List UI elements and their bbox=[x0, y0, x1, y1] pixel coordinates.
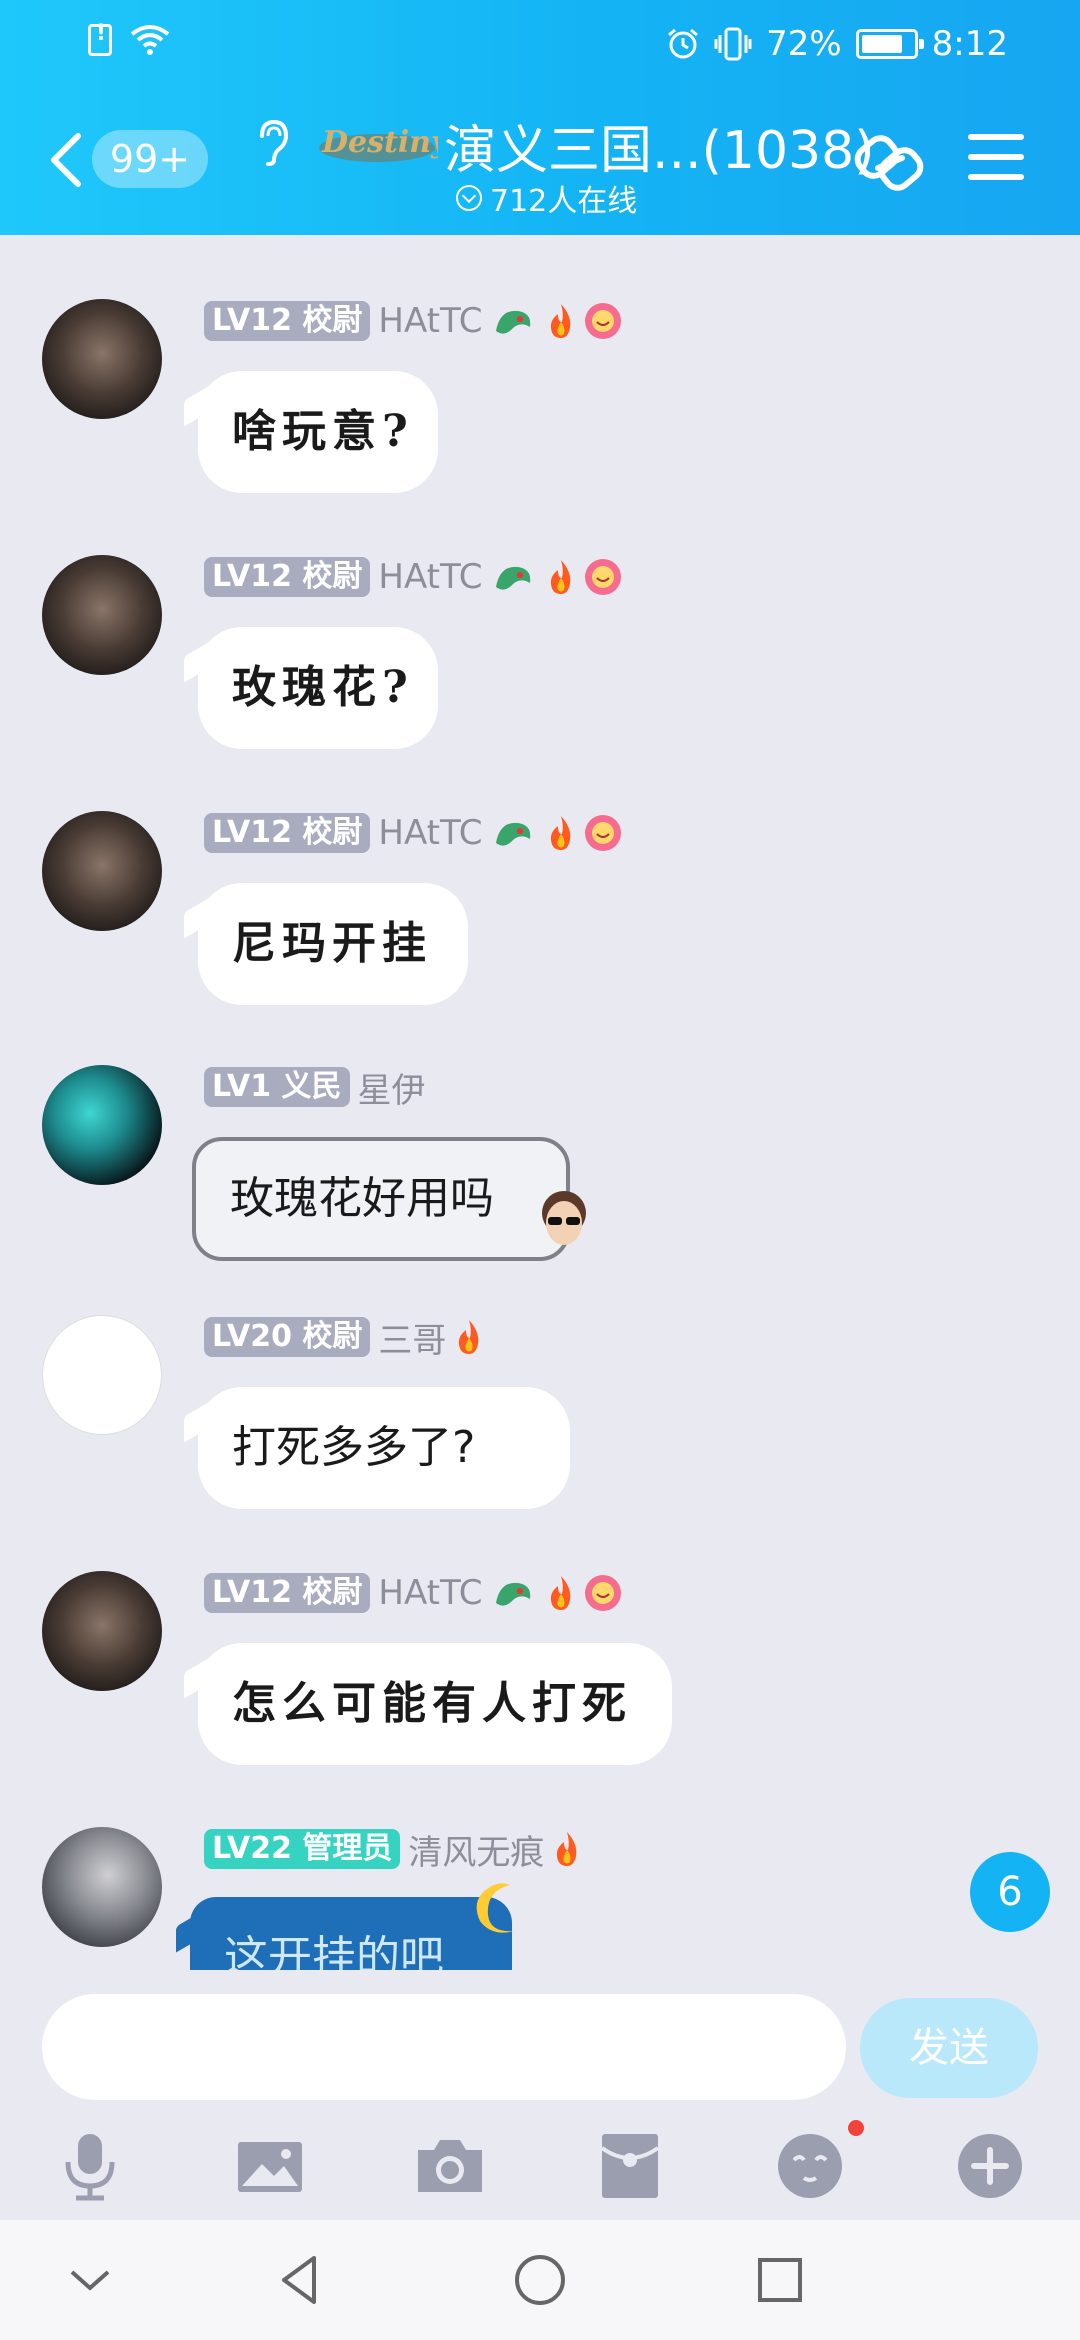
earpiece-mode-icon[interactable] bbox=[252, 118, 292, 166]
battery-icon bbox=[855, 29, 924, 59]
fire-icon bbox=[459, 1320, 479, 1354]
group-logo: Destiny bbox=[319, 125, 438, 162]
plus-icon[interactable] bbox=[954, 2130, 1026, 2202]
fire-icon bbox=[557, 1832, 577, 1866]
share-link-icon[interactable] bbox=[852, 128, 928, 196]
level-badge: LV20 校尉 bbox=[204, 1317, 371, 1357]
sunglasses-face-icon bbox=[542, 1191, 586, 1245]
camera-icon[interactable] bbox=[414, 2130, 486, 2202]
admin-badge: LV22 管理员 bbox=[204, 1829, 401, 1869]
sender-name[interactable]: 三哥 bbox=[378, 1313, 446, 1362]
vibrate-icon bbox=[714, 27, 752, 61]
flower-face-icon bbox=[585, 815, 622, 851]
input-toolbar bbox=[0, 2120, 1080, 2220]
hide-keyboard-icon[interactable] bbox=[60, 2250, 120, 2310]
sender-name[interactable]: HAtTC bbox=[378, 1573, 482, 1613]
message-bubble[interactable]: 打死多多了? bbox=[198, 1387, 570, 1509]
image-icon[interactable] bbox=[234, 2130, 306, 2202]
message-input[interactable] bbox=[42, 1994, 846, 2100]
unread-count-badge[interactable]: 6 bbox=[970, 1852, 1050, 1932]
nav-back-icon[interactable] bbox=[270, 2250, 330, 2310]
input-bar: 发送 bbox=[0, 1970, 1080, 2220]
sender-name[interactable]: HAtTC bbox=[378, 301, 482, 341]
sim-alert-icon bbox=[88, 21, 112, 56]
unread-messages-badge[interactable]: 99+ bbox=[92, 130, 208, 188]
level-badge: LV1 义民 bbox=[204, 1067, 350, 1107]
svg-text:Destiny: Destiny bbox=[321, 125, 438, 160]
avatar[interactable] bbox=[42, 811, 162, 931]
message-bubble[interactable]: 啥玩意? bbox=[198, 371, 438, 493]
back-chevron-icon[interactable] bbox=[48, 132, 84, 188]
sender-name[interactable]: HAtTC bbox=[378, 557, 482, 597]
message-bubble[interactable]: 怎么可能有人打死 bbox=[198, 1643, 672, 1765]
battery-percent: 72% bbox=[766, 24, 842, 64]
system-nav-bar bbox=[0, 2220, 1080, 2340]
dragon-icon bbox=[496, 1582, 531, 1606]
status-bar: 72% 8:12 bbox=[0, 20, 1080, 70]
flower-face-icon bbox=[585, 559, 622, 595]
notification-dot bbox=[848, 2120, 864, 2136]
send-button[interactable]: 发送 bbox=[860, 1998, 1038, 2098]
fire-icon bbox=[551, 304, 571, 338]
online-count[interactable]: 712人在线 bbox=[456, 176, 637, 220]
nav-home-icon[interactable] bbox=[510, 2250, 570, 2310]
level-badge: LV12 校尉 bbox=[204, 813, 371, 853]
message-list[interactable]: LV12 校尉 HAtTC 啥玩意? LV12 校尉 HAtTC 玫瑰花? LV… bbox=[0, 235, 1080, 1970]
message-bubble[interactable]: 玫瑰花? bbox=[198, 627, 438, 749]
message-bubble[interactable]: 这开挂的吧 bbox=[190, 1897, 512, 1970]
flower-face-icon bbox=[585, 303, 622, 339]
level-badge: LV12 校尉 bbox=[204, 1573, 371, 1613]
clock: 8:12 bbox=[931, 24, 1008, 64]
level-badge: LV12 校尉 bbox=[204, 301, 371, 341]
expand-chevron-icon bbox=[456, 185, 482, 211]
sender-name[interactable]: HAtTC bbox=[378, 813, 482, 853]
online-count-text: 712人在线 bbox=[490, 184, 638, 219]
fire-icon bbox=[551, 1576, 571, 1610]
avatar[interactable] bbox=[42, 1827, 162, 1947]
chat-header: 72% 8:12 99+ Destiny 演义三国...(1038) 712人在… bbox=[0, 0, 1080, 235]
wifi-icon bbox=[130, 25, 170, 55]
dragon-icon bbox=[496, 822, 531, 846]
emoji-icon[interactable] bbox=[774, 2130, 846, 2202]
alarm-icon bbox=[668, 28, 699, 59]
fire-icon bbox=[551, 560, 571, 594]
menu-icon[interactable] bbox=[968, 134, 1024, 184]
red-packet-icon[interactable] bbox=[594, 2130, 666, 2202]
flower-face-icon bbox=[585, 1575, 622, 1611]
avatar[interactable] bbox=[42, 1065, 162, 1185]
dragon-icon bbox=[496, 566, 531, 590]
level-badge: LV12 校尉 bbox=[204, 557, 371, 597]
moon-icon bbox=[476, 1883, 514, 1933]
microphone-icon[interactable] bbox=[54, 2130, 126, 2202]
avatar[interactable] bbox=[42, 555, 162, 675]
group-title[interactable]: 演义三国...(1038) bbox=[444, 108, 875, 183]
avatar[interactable] bbox=[42, 1571, 162, 1691]
avatar[interactable] bbox=[42, 1315, 162, 1435]
avatar[interactable] bbox=[42, 299, 162, 419]
sender-name[interactable]: 清风无痕 bbox=[408, 1825, 544, 1874]
message-bubble[interactable]: 玫瑰花好用吗 bbox=[192, 1137, 570, 1261]
message-bubble[interactable]: 尼玛开挂 bbox=[198, 883, 468, 1005]
dragon-icon bbox=[496, 310, 531, 334]
fire-icon bbox=[551, 816, 571, 850]
sender-name[interactable]: 星伊 bbox=[358, 1063, 426, 1112]
nav-recents-icon[interactable] bbox=[750, 2250, 810, 2310]
